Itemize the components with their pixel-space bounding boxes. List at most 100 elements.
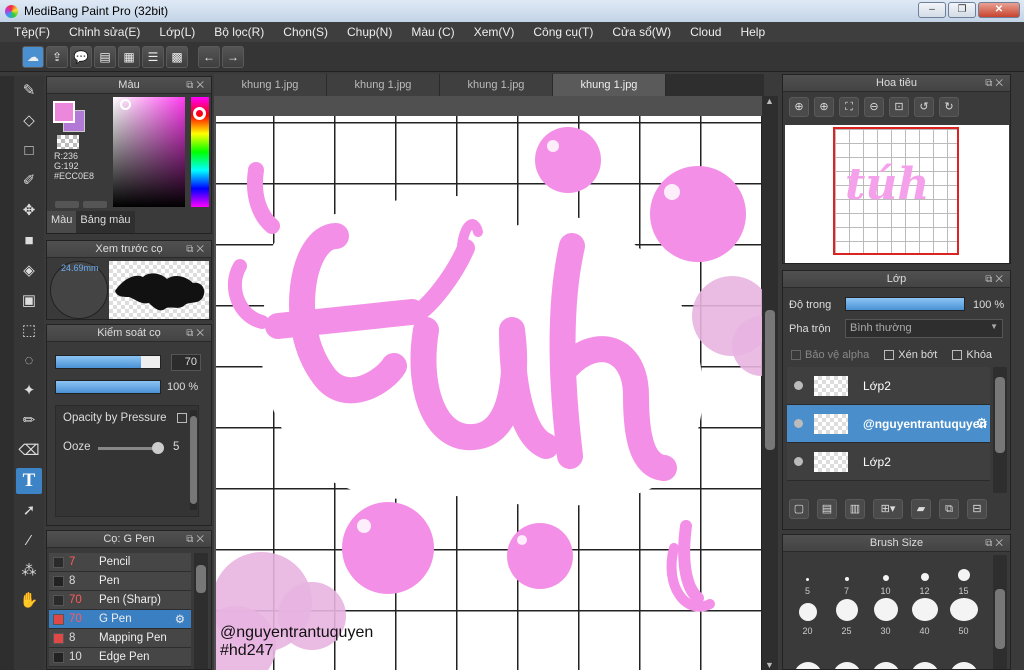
select-tool-icon[interactable]: ⬚ (16, 318, 42, 344)
zoom-out-icon[interactable]: ⊖ (864, 97, 884, 117)
hand-tool-icon[interactable]: ✋ (16, 588, 42, 614)
move-tool-icon[interactable]: ✥ (16, 198, 42, 224)
brush-tool-icon[interactable]: ✎ (16, 78, 42, 104)
merge-layer-icon[interactable]: ⊟ (967, 499, 987, 519)
brush-size-option[interactable]: 7 (827, 558, 866, 598)
dot-brush-tool-icon[interactable]: ✐ (16, 168, 42, 194)
select-eraser-tool-icon[interactable]: ⌫ (16, 438, 42, 464)
fill-rect-tool-icon[interactable]: ■ (16, 228, 42, 254)
protect-alpha-checkbox[interactable] (791, 350, 801, 361)
menu-snap[interactable]: Chụp(N) (347, 25, 392, 39)
brush-size-slider[interactable] (55, 355, 161, 369)
blend-mode-select[interactable]: Bình thường ▼ (845, 319, 1003, 338)
zoom-in-2-icon[interactable]: ⊕ (814, 97, 834, 117)
hue-slider[interactable] (191, 97, 209, 207)
brush-list-item[interactable]: 70 G Pen ⚙ (49, 610, 191, 629)
drawing-canvas[interactable]: @nguyentrantuquyen #hd247 (216, 116, 762, 670)
new-folder-icon[interactable]: ▰ (911, 499, 931, 519)
new-1bit-layer-icon[interactable]: ▥ (845, 499, 865, 519)
foreground-color-swatch[interactable] (53, 101, 75, 123)
eyedropper-tool-icon[interactable]: ⁂ (16, 558, 42, 584)
tab-palette[interactable]: Bảng màu (76, 211, 135, 233)
canvas-vertical-scrollbar[interactable]: ▲ ▼ (762, 96, 778, 670)
bucket-tool-icon[interactable]: ◈ (16, 258, 42, 284)
visibility-eye-icon[interactable] (794, 381, 803, 390)
color-mode-toggle-2[interactable] (83, 201, 107, 208)
layer-item[interactable]: Lớp2 (787, 367, 990, 405)
menu-color[interactable]: Màu (C) (411, 25, 454, 39)
fit-icon[interactable]: ⛶ (839, 97, 859, 117)
clipping-checkbox[interactable] (884, 350, 895, 361)
panel-controls-icon[interactable]: ⧉✕ (985, 271, 1006, 288)
panel-controls-icon[interactable]: ⧉✕ (985, 535, 1006, 552)
navigator-viewport[interactable]: túh (833, 127, 959, 255)
saturation-value-picker[interactable] (113, 97, 185, 207)
undo-icon[interactable]: ← (198, 45, 220, 68)
brush-size-option[interactable]: 20 (788, 598, 827, 638)
comment-icon[interactable]: 💬 (70, 45, 92, 68)
brush-size-option[interactable]: 10 (866, 558, 905, 598)
rotate-left-icon[interactable]: ↺ (914, 97, 934, 117)
navigator-preview[interactable]: túh (785, 125, 1009, 263)
close-button[interactable]: ✕ (978, 2, 1020, 18)
text-tool-icon[interactable]: T (16, 468, 42, 494)
cloud-icon[interactable]: ☁ (22, 45, 44, 68)
layer-settings-gear-icon[interactable]: ⚙ (975, 415, 988, 432)
menu-cloud[interactable]: Cloud (690, 25, 721, 39)
duplicate-layer-icon[interactable]: ⧉ (939, 499, 959, 519)
maximize-button[interactable]: ❐ (948, 2, 976, 18)
actual-size-icon[interactable]: ⊡ (889, 97, 909, 117)
brush-size-option[interactable]: 40 (905, 598, 944, 638)
brush-list-item[interactable]: 7 Pencil (49, 553, 191, 572)
brush-size-option[interactable]: 12 (905, 558, 944, 598)
panel-controls-icon[interactable]: ⧉✕ (985, 75, 1006, 92)
menu-layer[interactable]: Lớp(L) (159, 25, 195, 39)
brush-size-option[interactable]: 50 (944, 598, 983, 638)
rotate-right-icon[interactable]: ↻ (939, 97, 959, 117)
brush-settings-gear-icon[interactable]: ⚙ (175, 612, 185, 626)
zoom-in-icon[interactable]: ⊕ (789, 97, 809, 117)
redo-icon[interactable]: → (222, 45, 244, 68)
brush-list-item[interactable]: 8 Pen (49, 572, 191, 591)
eraser-tool-icon[interactable]: ◇ (16, 108, 42, 134)
tab-color[interactable]: Màu (47, 211, 77, 233)
grid-icon[interactable]: ▩ (166, 45, 188, 68)
layer-item-selected[interactable]: @nguyentrantuquyen ⚙ (787, 405, 990, 443)
brush-opacity-slider[interactable] (55, 380, 161, 394)
brush-list-item[interactable]: 8 Mapping Pen (49, 629, 191, 648)
menu-select[interactable]: Chọn(S) (283, 25, 328, 39)
panel-controls-icon[interactable]: ⧉✕ (186, 77, 207, 94)
minimize-button[interactable]: – (918, 2, 946, 18)
message-icon[interactable]: ▤ (94, 45, 116, 68)
rectangle-tool-icon[interactable]: □ (16, 138, 42, 164)
layer-item[interactable]: Lớp2 (787, 443, 990, 481)
ooze-slider[interactable] (98, 442, 164, 454)
operation-tool-icon[interactable]: ➚ (16, 498, 42, 524)
share-icon[interactable]: ⇪ (46, 45, 68, 68)
tab-document-4[interactable]: khung 1.jpg (553, 74, 666, 96)
brush-size-option[interactable] (866, 638, 905, 669)
brush-size-option[interactable] (944, 638, 983, 669)
brush-size-option[interactable]: 15 (944, 558, 983, 598)
brush-list-item[interactable]: 70 Pen (Sharp) (49, 591, 191, 610)
visibility-eye-icon[interactable] (794, 419, 803, 428)
brush-list-item[interactable]: 10 Edge Pen (49, 648, 191, 667)
layer-opacity-slider[interactable] (845, 297, 965, 311)
color-mode-toggle[interactable] (55, 201, 79, 208)
brush-size-option[interactable]: 5 (788, 558, 827, 598)
gradient-tool-icon[interactable]: ▣ (16, 288, 42, 314)
document-icon[interactable]: ▦ (118, 45, 140, 68)
brush-size-option[interactable]: 25 (827, 598, 866, 638)
tab-document-1[interactable]: khung 1.jpg (214, 74, 327, 96)
brush-size-option[interactable] (905, 638, 944, 669)
list-icon[interactable]: ☰ (142, 45, 164, 68)
lasso-tool-icon[interactable]: ◌ (16, 348, 42, 374)
panel-controls-icon[interactable]: ⧉✕ (186, 325, 207, 342)
panel-controls-icon[interactable]: ⧉✕ (186, 241, 207, 258)
brush-size-value[interactable]: 70 (171, 354, 201, 371)
menu-view[interactable]: Xem(V) (474, 25, 515, 39)
menu-window[interactable]: Cửa sổ(W) (612, 25, 671, 39)
select-pen-tool-icon[interactable]: ✏ (16, 408, 42, 434)
new-halftone-layer-icon[interactable]: ▤ (817, 499, 837, 519)
tab-document-3[interactable]: khung 1.jpg (440, 74, 553, 96)
